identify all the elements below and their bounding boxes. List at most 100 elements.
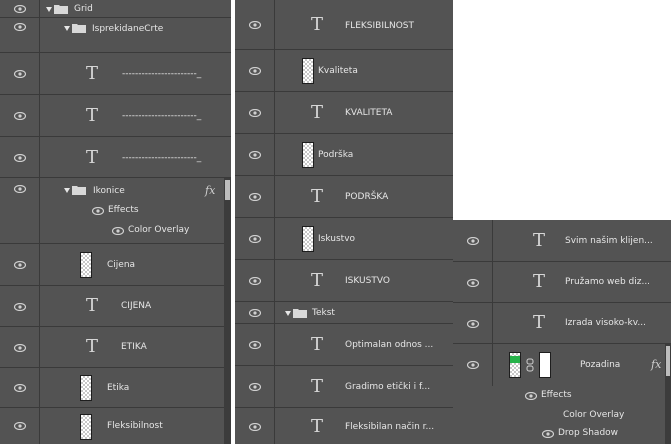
visibility-cell[interactable] (0, 178, 40, 243)
text-layer-row[interactable]: T Gradimo etički i f... (235, 366, 453, 408)
visibility-cell[interactable] (0, 53, 40, 94)
eye-icon[interactable] (14, 70, 26, 78)
visibility-cell[interactable] (0, 368, 40, 407)
text-layer-row[interactable]: T KVALITETA (235, 92, 453, 134)
scrollbar-thumb[interactable] (666, 346, 670, 376)
layer-name: Ikonice (93, 186, 125, 196)
expand-triangle-icon[interactable] (46, 7, 52, 12)
layer-name: Gradimo etički i f... (345, 382, 431, 392)
text-layer-row[interactable]: T Pružamo web diz... (453, 262, 671, 303)
visibility-cell[interactable] (235, 176, 275, 217)
scrollbar[interactable] (665, 344, 671, 444)
eye-icon[interactable] (249, 67, 261, 75)
text-layer-row[interactable]: T -----------------------_ (0, 95, 231, 137)
eye-icon[interactable] (249, 277, 261, 285)
visibility-cell[interactable] (0, 327, 40, 367)
image-layer-row[interactable]: Iskustvo (235, 218, 453, 260)
visibility-cell[interactable] (235, 408, 275, 444)
text-layer-row[interactable]: T ISKUSTVO (235, 260, 453, 302)
eye-icon[interactable] (467, 361, 479, 369)
visibility-cell[interactable] (0, 408, 40, 444)
text-layer-row[interactable]: T Svim našim klijen... (453, 220, 671, 262)
text-layer-icon: T (86, 147, 99, 168)
eye-icon[interactable] (14, 344, 26, 352)
visibility-cell[interactable] (453, 220, 493, 261)
layer-row-pozadina[interactable]: Pozadina fx Effects Color Overlay Drop S… (453, 344, 671, 444)
text-layer-row[interactable]: T -----------------------_ (0, 137, 231, 178)
eye-icon[interactable] (14, 422, 26, 430)
visibility-cell[interactable] (453, 344, 493, 386)
visibility-cell[interactable] (235, 0, 275, 49)
eye-icon[interactable] (467, 320, 479, 328)
expand-triangle-icon[interactable] (64, 26, 70, 31)
layer-row-tekst[interactable]: Tekst (235, 302, 453, 324)
text-layer-row[interactable]: T -----------------------_ (0, 53, 231, 95)
eye-icon[interactable] (14, 185, 26, 193)
eye-icon[interactable] (14, 23, 26, 31)
eye-icon[interactable] (249, 151, 261, 159)
fx-icon[interactable]: fx (205, 184, 215, 197)
fx-icon[interactable]: fx (651, 358, 661, 371)
eye-icon[interactable] (14, 384, 26, 392)
eye-icon[interactable] (249, 109, 261, 117)
text-layer-row[interactable]: T Optimalan odnos ... (235, 324, 453, 366)
eye-icon[interactable] (92, 207, 104, 215)
text-layer-row[interactable]: T Izrada visoko-kv... (453, 303, 671, 344)
scrollbar-thumb[interactable] (225, 180, 230, 200)
text-layer-row[interactable]: T CIJENA (0, 286, 231, 327)
link-icon[interactable] (526, 358, 534, 372)
layer-name: Cijena (107, 260, 136, 270)
visibility-cell[interactable] (235, 366, 275, 407)
layer-row-isprekidanecrte[interactable]: IsprekidaneCrte (0, 18, 231, 53)
visibility-cell[interactable] (235, 50, 275, 91)
effects-label: Effects (541, 390, 572, 400)
visibility-cell[interactable] (235, 324, 275, 365)
image-layer-row[interactable]: Etika (0, 368, 231, 408)
image-layer-row[interactable]: Podrška (235, 134, 453, 176)
eye-icon[interactable] (249, 193, 261, 201)
expand-triangle-icon[interactable] (285, 311, 291, 316)
eye-icon[interactable] (14, 303, 26, 311)
image-layer-row[interactable]: Cijena (0, 244, 231, 286)
text-layer-row[interactable]: T PODRŠKA (235, 176, 453, 218)
eye-icon[interactable] (525, 392, 537, 400)
image-layer-row[interactable]: Kvaliteta (235, 50, 453, 92)
eye-icon[interactable] (14, 112, 26, 120)
eye-icon[interactable] (14, 154, 26, 162)
visibility-cell[interactable] (0, 95, 40, 136)
eye-icon[interactable] (249, 21, 261, 29)
layer-row-grid[interactable]: Grid (0, 0, 231, 18)
visibility-cell[interactable] (235, 92, 275, 133)
visibility-cell[interactable] (453, 303, 493, 343)
eye-icon[interactable] (542, 430, 554, 438)
visibility-cell[interactable] (0, 244, 40, 285)
eye-icon[interactable] (467, 237, 479, 245)
text-layer-row[interactable]: T FLEKSIBILNOST (235, 0, 453, 50)
eye-icon[interactable] (112, 227, 124, 235)
visibility-cell[interactable] (235, 302, 275, 323)
scrollbar[interactable] (224, 178, 231, 444)
eye-icon[interactable] (14, 261, 26, 269)
eye-icon[interactable] (249, 383, 261, 391)
eye-icon[interactable] (14, 5, 26, 13)
visibility-cell[interactable] (0, 18, 40, 52)
eye-icon[interactable] (249, 309, 261, 317)
expand-triangle-icon[interactable] (64, 188, 70, 193)
visibility-cell[interactable] (0, 137, 40, 177)
visibility-cell[interactable] (0, 286, 40, 326)
visibility-cell[interactable] (235, 218, 275, 259)
eye-icon[interactable] (249, 235, 261, 243)
layer-row-ikonice[interactable]: Ikonice fx Effects Color Overlay (0, 178, 231, 244)
visibility-cell[interactable] (453, 262, 493, 302)
visibility-cell[interactable] (235, 260, 275, 301)
image-layer-row[interactable]: Fleksibilnost (0, 408, 231, 444)
eye-icon[interactable] (467, 279, 479, 287)
effect-color-overlay: Color Overlay (128, 225, 190, 235)
layer-name: ISKUSTVO (345, 276, 390, 286)
visibility-cell[interactable] (0, 0, 40, 17)
eye-icon[interactable] (249, 341, 261, 349)
visibility-cell[interactable] (235, 134, 275, 175)
eye-icon[interactable] (249, 423, 261, 431)
text-layer-row[interactable]: T Fleksibilan način r... (235, 408, 453, 444)
text-layer-row[interactable]: T ETIKA (0, 327, 231, 368)
